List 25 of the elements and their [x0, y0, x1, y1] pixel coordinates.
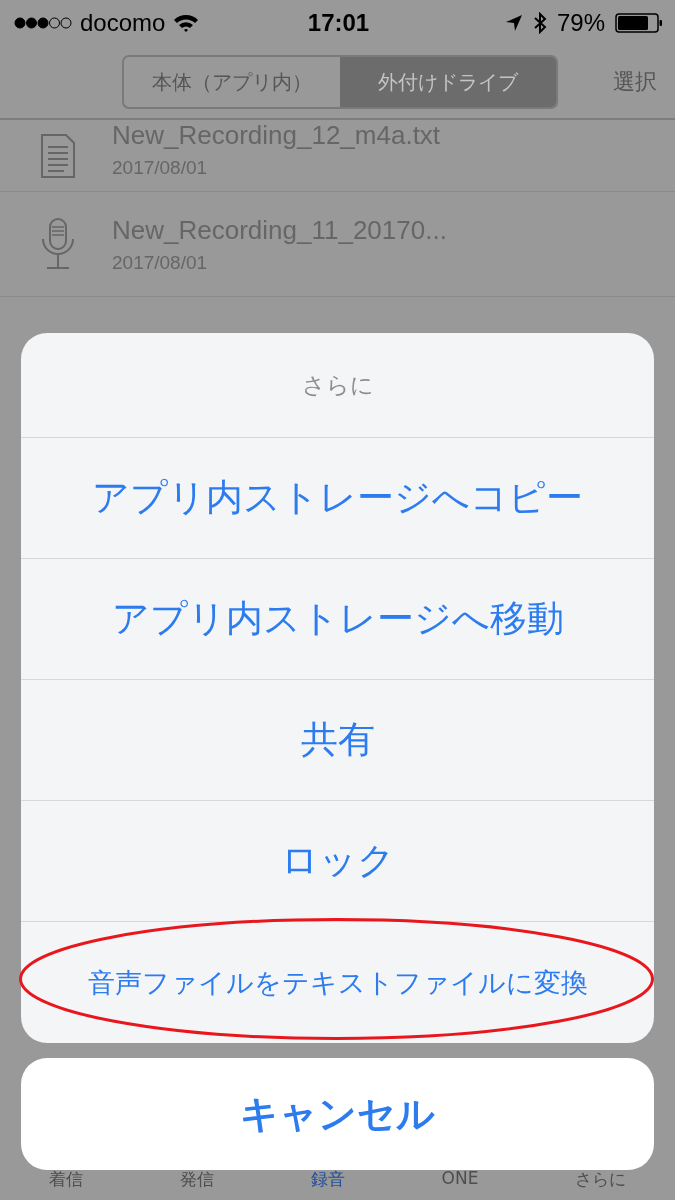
cancel-button[interactable]: キャンセル [21, 1058, 654, 1170]
segment-tab[interactable]: 本体（アプリ内） [124, 57, 340, 107]
clock-time: 17:01 [307, 9, 370, 37]
tab-bar-item[interactable]: さらに [575, 1168, 627, 1191]
action-item[interactable]: 音声ファイルをテキストファイルに変換 [21, 922, 654, 1043]
action-item[interactable]: 共有 [21, 680, 654, 801]
microphone-icon [40, 217, 76, 271]
select-button[interactable]: 選択 [613, 67, 657, 97]
signal-icon [14, 17, 72, 29]
action-item[interactable]: アプリ内ストレージへ移動 [21, 559, 654, 680]
segment-tab[interactable]: 外付けドライブ [340, 57, 556, 107]
sheet-title: さらに [21, 333, 654, 438]
battery-icon [615, 13, 663, 33]
document-icon [40, 133, 76, 179]
battery-percent: 79% [556, 9, 605, 37]
tab-bar-item[interactable]: 録音 [310, 1168, 345, 1191]
carrier-name: docomo [80, 9, 166, 37]
location-arrow-icon [504, 14, 523, 32]
action-item[interactable]: アプリ内ストレージへコピー [21, 438, 654, 559]
action-item[interactable]: ロック [21, 801, 654, 922]
bluetooth-icon [532, 12, 547, 34]
wifi-icon [173, 13, 200, 33]
tab-bar-item[interactable]: ONE [441, 1168, 479, 1188]
tab-bar-item[interactable]: 着信 [48, 1168, 83, 1191]
tab-bar-item[interactable]: 発信 [179, 1168, 214, 1191]
